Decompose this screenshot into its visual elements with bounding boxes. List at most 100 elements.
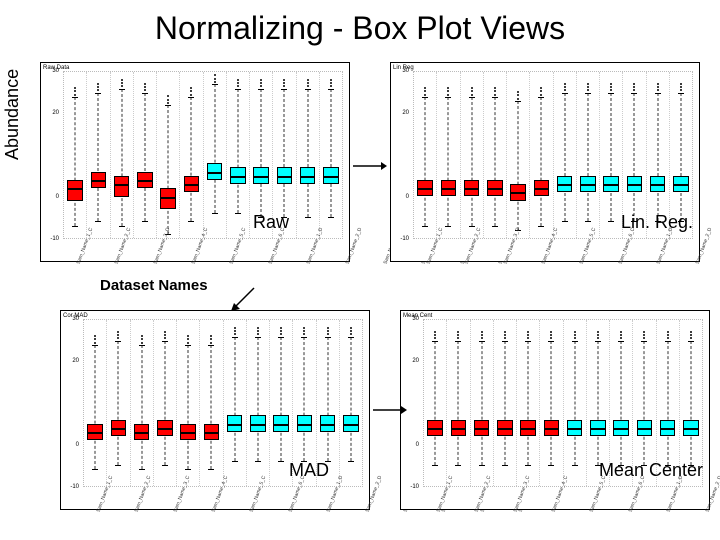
y-tick: 20: [52, 110, 59, 116]
y-tick: -10: [70, 484, 79, 490]
box-column: [484, 72, 507, 238]
y-tick: 30: [412, 316, 419, 322]
box-column: [437, 72, 460, 238]
x-tick-label: Sam_Name_2_D: [344, 227, 376, 270]
x-labels: Sam_Name_1_CSam_Name_2_CSam_Name_3_CSam_…: [423, 489, 703, 509]
x-labels: Sam_Name_1_CSam_Name_2_CSam_Name_3_CSam_…: [83, 489, 363, 509]
panel-linreg: Lin Reg -1002030 Sam_Name_1_CSam_Name_2_…: [390, 62, 700, 262]
box: [343, 415, 359, 432]
y-tick: -10: [410, 484, 419, 490]
box-column: [154, 320, 177, 486]
box-column: [424, 320, 447, 486]
box: [590, 420, 606, 437]
box: [134, 424, 150, 441]
box-column: [131, 320, 154, 486]
box: [91, 172, 107, 189]
box-column: [107, 320, 130, 486]
box-column: [87, 72, 110, 238]
box: [683, 420, 699, 437]
box-column: [530, 72, 553, 238]
box-column: [320, 72, 342, 238]
box: [111, 420, 127, 437]
y-tick: 30: [402, 68, 409, 74]
label-mean-center: Mean Center: [599, 460, 703, 481]
box: [160, 188, 176, 209]
chart-panels: Raw Data -1002030 Sam_Name_1_CSam_Name_2…: [40, 62, 710, 522]
box-column: [600, 72, 623, 238]
box-column: [507, 72, 530, 238]
box: [544, 420, 560, 437]
box: [520, 420, 536, 437]
y-tick: 0: [416, 442, 419, 448]
box: [323, 167, 339, 184]
box: [277, 167, 293, 184]
panel-raw: Raw Data -1002030 Sam_Name_1_CSam_Name_2…: [40, 62, 350, 262]
box: [157, 420, 173, 437]
box-column: [177, 320, 200, 486]
y-ticks: -1002030: [61, 319, 81, 487]
box: [273, 415, 289, 432]
box: [534, 180, 550, 197]
y-ticks: -1002030: [41, 71, 61, 239]
box: [660, 420, 676, 437]
y-tick: -10: [400, 236, 409, 242]
box: [497, 420, 513, 437]
y-tick: 0: [406, 194, 409, 200]
label-mad: MAD: [289, 460, 329, 481]
box: [184, 176, 200, 193]
box-column: [340, 320, 362, 486]
y-tick: 0: [76, 442, 79, 448]
label-linreg: Lin. Reg.: [621, 212, 693, 233]
box-column: [540, 320, 563, 486]
box: [603, 176, 619, 193]
box-column: [204, 72, 227, 238]
box-column: [471, 320, 494, 486]
box: [300, 167, 316, 184]
box-column: [224, 320, 247, 486]
arrow-icon: [373, 402, 407, 412]
box: [297, 415, 313, 432]
box: [87, 424, 103, 441]
box: [451, 420, 467, 437]
box: [464, 180, 480, 197]
dataset-names-label: Dataset Names: [100, 277, 208, 294]
box-column: [577, 72, 600, 238]
box: [474, 420, 490, 437]
y-ticks: -10 0 20 30: [391, 71, 411, 239]
box-column: [297, 72, 320, 238]
box-column: [157, 72, 180, 238]
box: [650, 176, 666, 193]
box: [137, 172, 153, 189]
x-labels: Sam_Name_1_CSam_Name_2_CSam_Name_3_CSam_…: [63, 241, 343, 261]
box-column: [461, 72, 484, 238]
x-tick-label: Sam_Name_2_D: [704, 475, 720, 518]
box-column: [64, 72, 87, 238]
box-column: [414, 72, 437, 238]
box: [427, 420, 443, 437]
panel-mad: Cor MAD -1002030 Sam_Name_1_CSam_Name_2_…: [60, 310, 370, 510]
box: [417, 180, 433, 197]
box-column: [227, 72, 250, 238]
box: [487, 180, 503, 197]
box: [227, 415, 243, 432]
box: [180, 424, 196, 441]
x-labels: Sam_Name_1_CSam_Name_2_CSam_Name_3_CSam_…: [413, 241, 693, 261]
box: [67, 180, 83, 201]
box: [627, 176, 643, 193]
boxrow: [64, 72, 342, 238]
box-column: [84, 320, 107, 486]
arrow-icon: [353, 158, 387, 168]
plot-area: [63, 71, 343, 239]
y-tick: -10: [50, 236, 59, 242]
box: [204, 424, 220, 441]
box: [510, 184, 526, 201]
box: [207, 163, 223, 180]
y-tick: 20: [402, 110, 409, 116]
box: [613, 420, 629, 437]
x-tick-label: Sam_Name_2_D: [364, 475, 396, 518]
box-column: [517, 320, 540, 486]
box: [250, 415, 266, 432]
box: [637, 420, 653, 437]
box: [580, 176, 596, 193]
box-column: [111, 72, 134, 238]
